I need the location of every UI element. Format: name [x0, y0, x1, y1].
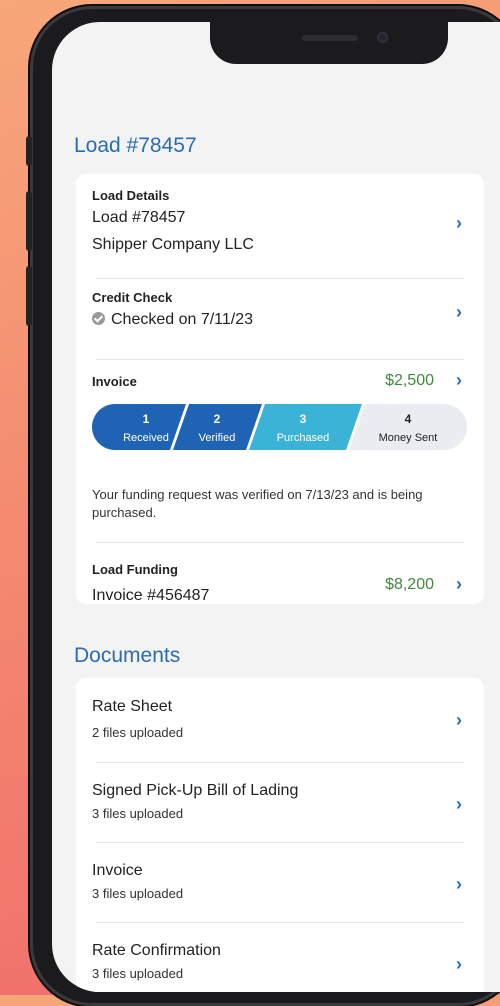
step-3-label: Purchased [277, 432, 330, 444]
speaker-grille [302, 35, 358, 41]
chevron-right-icon[interactable]: › [456, 370, 462, 391]
documents-section-title: Documents [74, 644, 181, 667]
chevron-right-icon[interactable]: › [456, 794, 462, 815]
funding-amount: $8,200 [385, 576, 434, 593]
notch [210, 22, 448, 64]
step-2-number: 2 [214, 412, 221, 426]
document-name: Signed Pick-Up Bill of Lading [92, 782, 299, 799]
camera-icon [377, 32, 388, 43]
chevron-right-icon[interactable]: › [456, 302, 462, 323]
load-details-row[interactable]: Load Details Load #78457 Shipper Company… [92, 188, 468, 270]
document-item-invoice[interactable]: Invoice 3 files uploaded › [92, 862, 468, 922]
divider [96, 359, 464, 360]
divider [96, 922, 464, 923]
load-funding-label: Load Funding [92, 562, 178, 577]
company-name: Shipper Company LLC [92, 236, 254, 253]
chevron-right-icon[interactable]: › [456, 574, 462, 595]
document-status: 3 files uploaded [92, 806, 184, 821]
step-4-number: 4 [405, 412, 412, 426]
load-card: Load Details Load #78457 Shipper Company… [76, 174, 484, 604]
step-1-number: 1 [143, 412, 150, 426]
invoice-progress-stepper: 1 Received 2 Verified 3 Purchased 4 Mone… [92, 404, 467, 450]
document-name: Rate Sheet [92, 698, 173, 715]
volume-down-button [26, 266, 32, 326]
step-1-label: Received [123, 432, 169, 444]
document-item-rate-confirmation[interactable]: Rate Confirmation 3 files uploaded › [92, 942, 468, 992]
document-status: 3 files uploaded [92, 966, 184, 981]
document-status: 2 files uploaded [92, 725, 184, 740]
chevron-right-icon[interactable]: › [456, 710, 462, 731]
invoice-amount: $2,500 [385, 372, 434, 389]
load-funding-row[interactable]: Load Funding Invoice #456487 $8,200 › [92, 562, 468, 606]
credit-check-label: Credit Check [92, 290, 173, 305]
step-2-label: Verified [199, 432, 236, 444]
divider [96, 762, 464, 763]
credit-check-status: Checked on 7/11/23 [111, 311, 254, 328]
document-status: 3 files uploaded [92, 886, 184, 901]
check-circle-icon [92, 312, 105, 325]
load-number: Load #78457 [92, 209, 186, 226]
app-screen: Load #78457 Load Details Load #78457 Shi… [52, 22, 500, 992]
volume-up-button [26, 191, 32, 251]
chevron-right-icon[interactable]: › [456, 213, 462, 234]
step-3-number: 3 [300, 412, 307, 426]
load-section-title: Load #78457 [74, 134, 197, 157]
invoice-status-message: Your funding request was verified on 7/1… [92, 487, 423, 520]
divider [96, 542, 464, 543]
divider [96, 842, 464, 843]
step-4-label: Money Sent [379, 432, 438, 444]
invoice-row[interactable]: Invoice $2,500 › [92, 370, 468, 398]
credit-check-row[interactable]: Credit Check Checked on 7/11/23 › [92, 290, 468, 352]
document-item-rate-sheet[interactable]: Rate Sheet 2 files uploaded › [92, 698, 468, 758]
document-name: Rate Confirmation [92, 942, 221, 959]
divider [96, 278, 464, 279]
document-name: Invoice [92, 862, 143, 879]
chevron-right-icon[interactable]: › [456, 874, 462, 895]
chevron-right-icon[interactable]: › [456, 954, 462, 975]
document-item-bill-of-lading[interactable]: Signed Pick-Up Bill of Lading 3 files up… [92, 782, 468, 842]
documents-card: Rate Sheet 2 files uploaded › Signed Pic… [76, 678, 484, 992]
load-details-label: Load Details [92, 188, 170, 203]
mute-switch [26, 136, 32, 166]
